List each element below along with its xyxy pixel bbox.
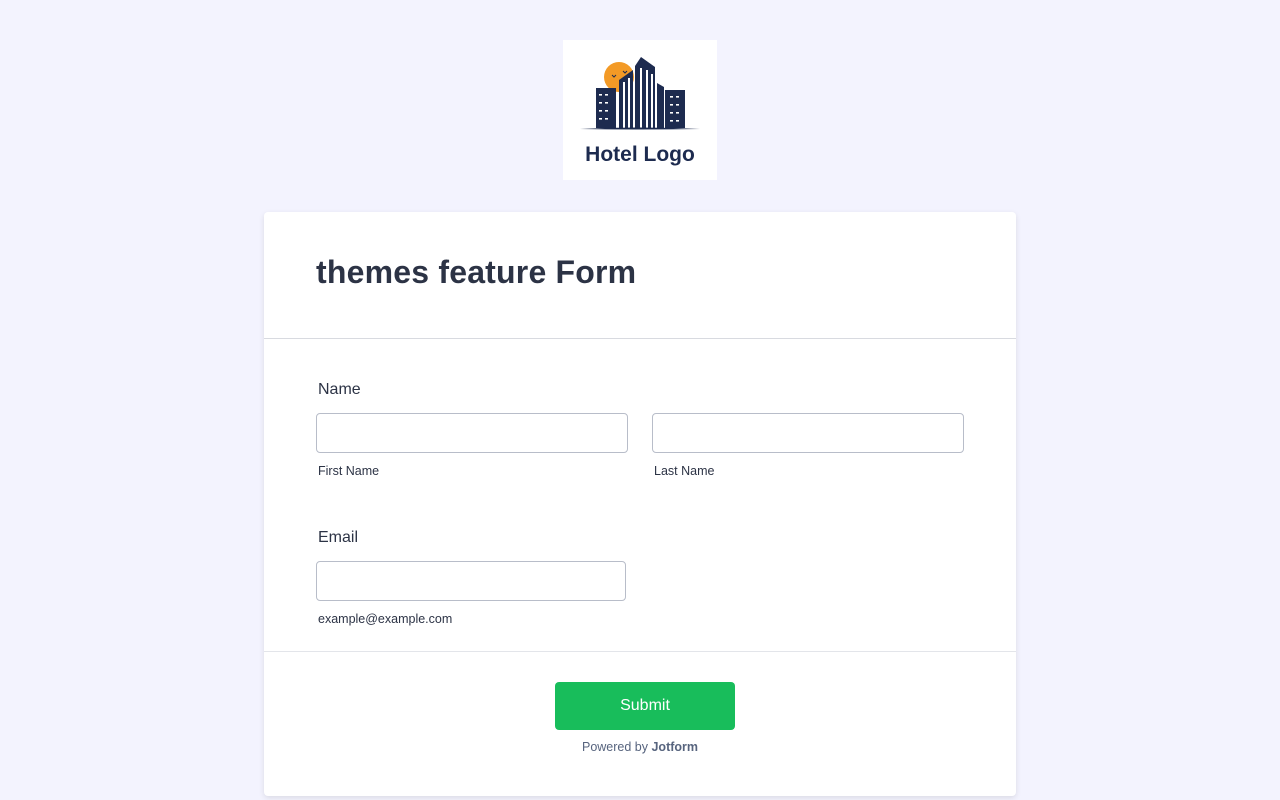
first-name-input[interactable] (316, 413, 628, 453)
first-name-sublabel: First Name (318, 464, 380, 478)
form-card: themes feature Form Name First Name Last… (264, 212, 1016, 796)
last-name-sublabel: Last Name (654, 464, 715, 478)
jotform-brand-link[interactable]: Jotform (651, 740, 698, 754)
name-label: Name (318, 381, 361, 398)
hotel-logo: Hotel Logo (563, 40, 717, 180)
powered-by-prefix: Powered by (581, 740, 648, 754)
form-title: themes feature Form (316, 254, 637, 290)
email-input[interactable] (316, 561, 626, 601)
form-page: Hotel Logo themes feature Form Name Firs… (0, 0, 1280, 800)
form-header: themes feature Form (264, 212, 1016, 339)
email-label: Email (318, 529, 359, 546)
last-name-input[interactable] (652, 413, 964, 453)
email-sublabel: example@example.com (318, 612, 453, 626)
submit-button[interactable]: Submit (555, 682, 735, 730)
hotel-logo-wordmark: Hotel Logo (585, 143, 695, 166)
powered-by-text: Powered by Jotform (264, 740, 1016, 754)
footer-divider (264, 651, 1016, 652)
hotel-logo-text: Hotel Logo (585, 143, 695, 166)
